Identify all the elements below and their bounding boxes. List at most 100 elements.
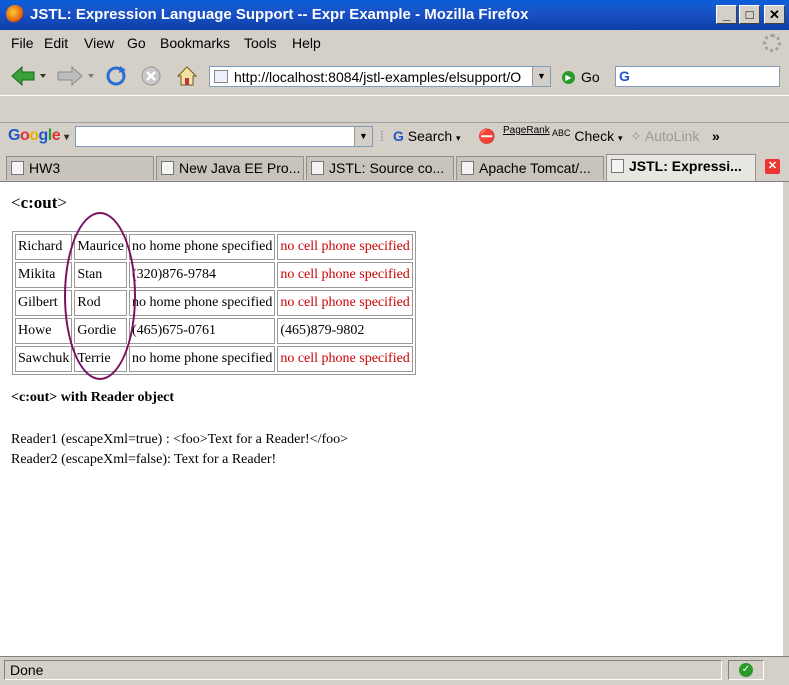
google-search-input[interactable]: ▼ (75, 126, 373, 147)
cell-phone-cell: no cell phone specified (277, 262, 413, 288)
autolink-button[interactable]: ✧ AutoLink (630, 128, 699, 145)
cell-phone-cell: no cell phone specified (277, 346, 413, 372)
table-row: Mikita Stan (320)876-9784 no cell phone … (15, 262, 413, 288)
home-button[interactable] (173, 63, 201, 89)
home-phone-cell: no home phone specified (128, 234, 276, 260)
search-engine-box[interactable]: G (615, 66, 780, 87)
tab-jstl-expression[interactable]: JSTL: Expressi... (606, 154, 756, 181)
table-row: Richard Maurice no home phone specified … (15, 234, 413, 260)
cell-phone-cell: no cell phone specified (277, 290, 413, 316)
reader2-output: Reader2 (escapeXml=false): Text for a Re… (11, 452, 277, 467)
google-search-icon: G (619, 68, 630, 84)
image-page-icon (611, 159, 624, 173)
image-page-icon (461, 161, 474, 175)
page-border (783, 182, 789, 656)
status-bar: Done ✓ (0, 656, 789, 685)
stop-button[interactable] (138, 63, 164, 89)
empty-toolbar (0, 95, 789, 123)
security-indicator[interactable]: ✓ (728, 660, 764, 680)
cell-phone-cell: no cell phone specified (277, 234, 413, 260)
page-content: <c:out> Richard Maurice no home phone sp… (0, 182, 783, 656)
first-name-cell: Maurice (74, 234, 127, 260)
menu-view[interactable]: View (84, 35, 114, 51)
throbber-icon (763, 34, 781, 52)
forward-arrow-icon (57, 65, 94, 87)
first-name-cell: Stan (74, 262, 127, 288)
home-phone-cell: no home phone specified (128, 290, 276, 316)
first-name-cell: Terrie (74, 346, 127, 372)
close-tab-icon[interactable]: ✕ (765, 159, 780, 174)
back-arrow-icon (11, 65, 46, 87)
tab-jstl-source[interactable]: JSTL: Source co... (306, 156, 454, 180)
tab-label: JSTL: Expressi... (629, 158, 742, 174)
google-logo[interactable]: Google ▾ (8, 127, 69, 145)
page-favicon-icon (214, 70, 228, 83)
tab-hw3[interactable]: HW3 (6, 156, 154, 180)
status-text: Done (4, 660, 722, 680)
home-phone-cell: no home phone specified (128, 346, 276, 372)
menu-file[interactable]: File (11, 35, 34, 51)
close-button[interactable]: ✕ (764, 5, 785, 24)
spellcheck-button[interactable]: ABC Check ▾ (552, 128, 623, 144)
address-bar[interactable]: http://localhost:8084/jstl-examples/elsu… (209, 66, 551, 87)
google-search-button[interactable]: G Search ▾ (393, 128, 461, 144)
forward-button[interactable] (54, 63, 98, 89)
checkmark-icon: ✓ (739, 663, 753, 677)
toolbar-overflow-button[interactable]: » (712, 128, 720, 144)
google-search-dropdown[interactable]: ▼ (354, 127, 372, 146)
autolink-wand-icon: ✧ (630, 128, 642, 144)
stop-icon (141, 66, 161, 86)
go-button[interactable]: ▶ Go (562, 67, 600, 87)
address-url[interactable]: http://localhost:8084/jstl-examples/elsu… (234, 69, 524, 85)
title-bar: JSTL: Expression Language Support -- Exp… (0, 0, 789, 30)
maximize-button[interactable]: □ (739, 5, 760, 24)
minimize-button[interactable]: _ (716, 5, 737, 24)
menu-go[interactable]: Go (127, 35, 146, 51)
address-dropdown-button[interactable]: ▼ (532, 67, 550, 86)
reader1-output: Reader1 (escapeXml=true) : <foo>Text for… (11, 432, 349, 447)
first-name-cell: Gordie (74, 318, 127, 344)
menu-bar: File Edit View Go Bookmarks Tools Help (0, 30, 789, 56)
menu-bookmarks[interactable]: Bookmarks (160, 35, 230, 51)
menu-tools[interactable]: Tools (244, 35, 277, 51)
cell-phone-cell: (465)879-9802 (277, 318, 413, 344)
document-icon (11, 161, 24, 175)
table-row: Howe Gordie (465)675-0761 (465)879-9802 (15, 318, 413, 344)
google-search-label: Search (407, 128, 453, 144)
tab-label: JSTL: Source co... (329, 160, 445, 176)
first-name-cell: Rod (74, 290, 127, 316)
google-g-icon: G (393, 128, 404, 144)
tab-apache-tomcat[interactable]: Apache Tomcat/... (456, 156, 604, 180)
tab-label: Apache Tomcat/... (479, 160, 591, 176)
image-page-icon (311, 161, 324, 175)
popup-blocker-icon[interactable]: ⛔ (478, 128, 495, 145)
reload-icon (106, 66, 126, 86)
tab-label: New Java EE Pro... (179, 160, 301, 176)
go-label: Go (581, 69, 600, 85)
last-name-cell: Richard (15, 234, 73, 260)
last-name-cell: Howe (15, 318, 73, 344)
home-phone-cell: (465)675-0761 (128, 318, 276, 344)
pagerank-indicator[interactable]: PageRank (503, 125, 550, 136)
tab-label: HW3 (29, 160, 61, 176)
window-title: JSTL: Expression Language Support -- Exp… (30, 6, 529, 23)
page-icon (161, 161, 174, 175)
go-arrow-icon: ▶ (562, 70, 575, 84)
menu-edit[interactable]: Edit (44, 35, 68, 51)
reload-button[interactable] (102, 63, 130, 89)
last-name-cell: Sawchuk (15, 346, 73, 372)
check-label: Check (574, 128, 615, 144)
abc-icon: ABC (552, 128, 571, 138)
last-name-cell: Gilbert (15, 290, 73, 316)
last-name-cell: Mikita (15, 262, 73, 288)
reader-section-heading: <c:out> with Reader object (11, 390, 175, 405)
home-phone-cell: (320)876-9784 (128, 262, 276, 288)
toolbar-separator-icon: ⁞ (380, 128, 384, 144)
menu-help[interactable]: Help (292, 35, 321, 51)
home-icon (176, 66, 198, 86)
tab-new-java-ee[interactable]: New Java EE Pro... (156, 156, 304, 180)
table-row: Gilbert Rod no home phone specified no c… (15, 290, 413, 316)
table-row: Sawchuk Terrie no home phone specified n… (15, 346, 413, 372)
autolink-label: AutoLink (644, 128, 700, 144)
back-button[interactable] (8, 63, 48, 89)
